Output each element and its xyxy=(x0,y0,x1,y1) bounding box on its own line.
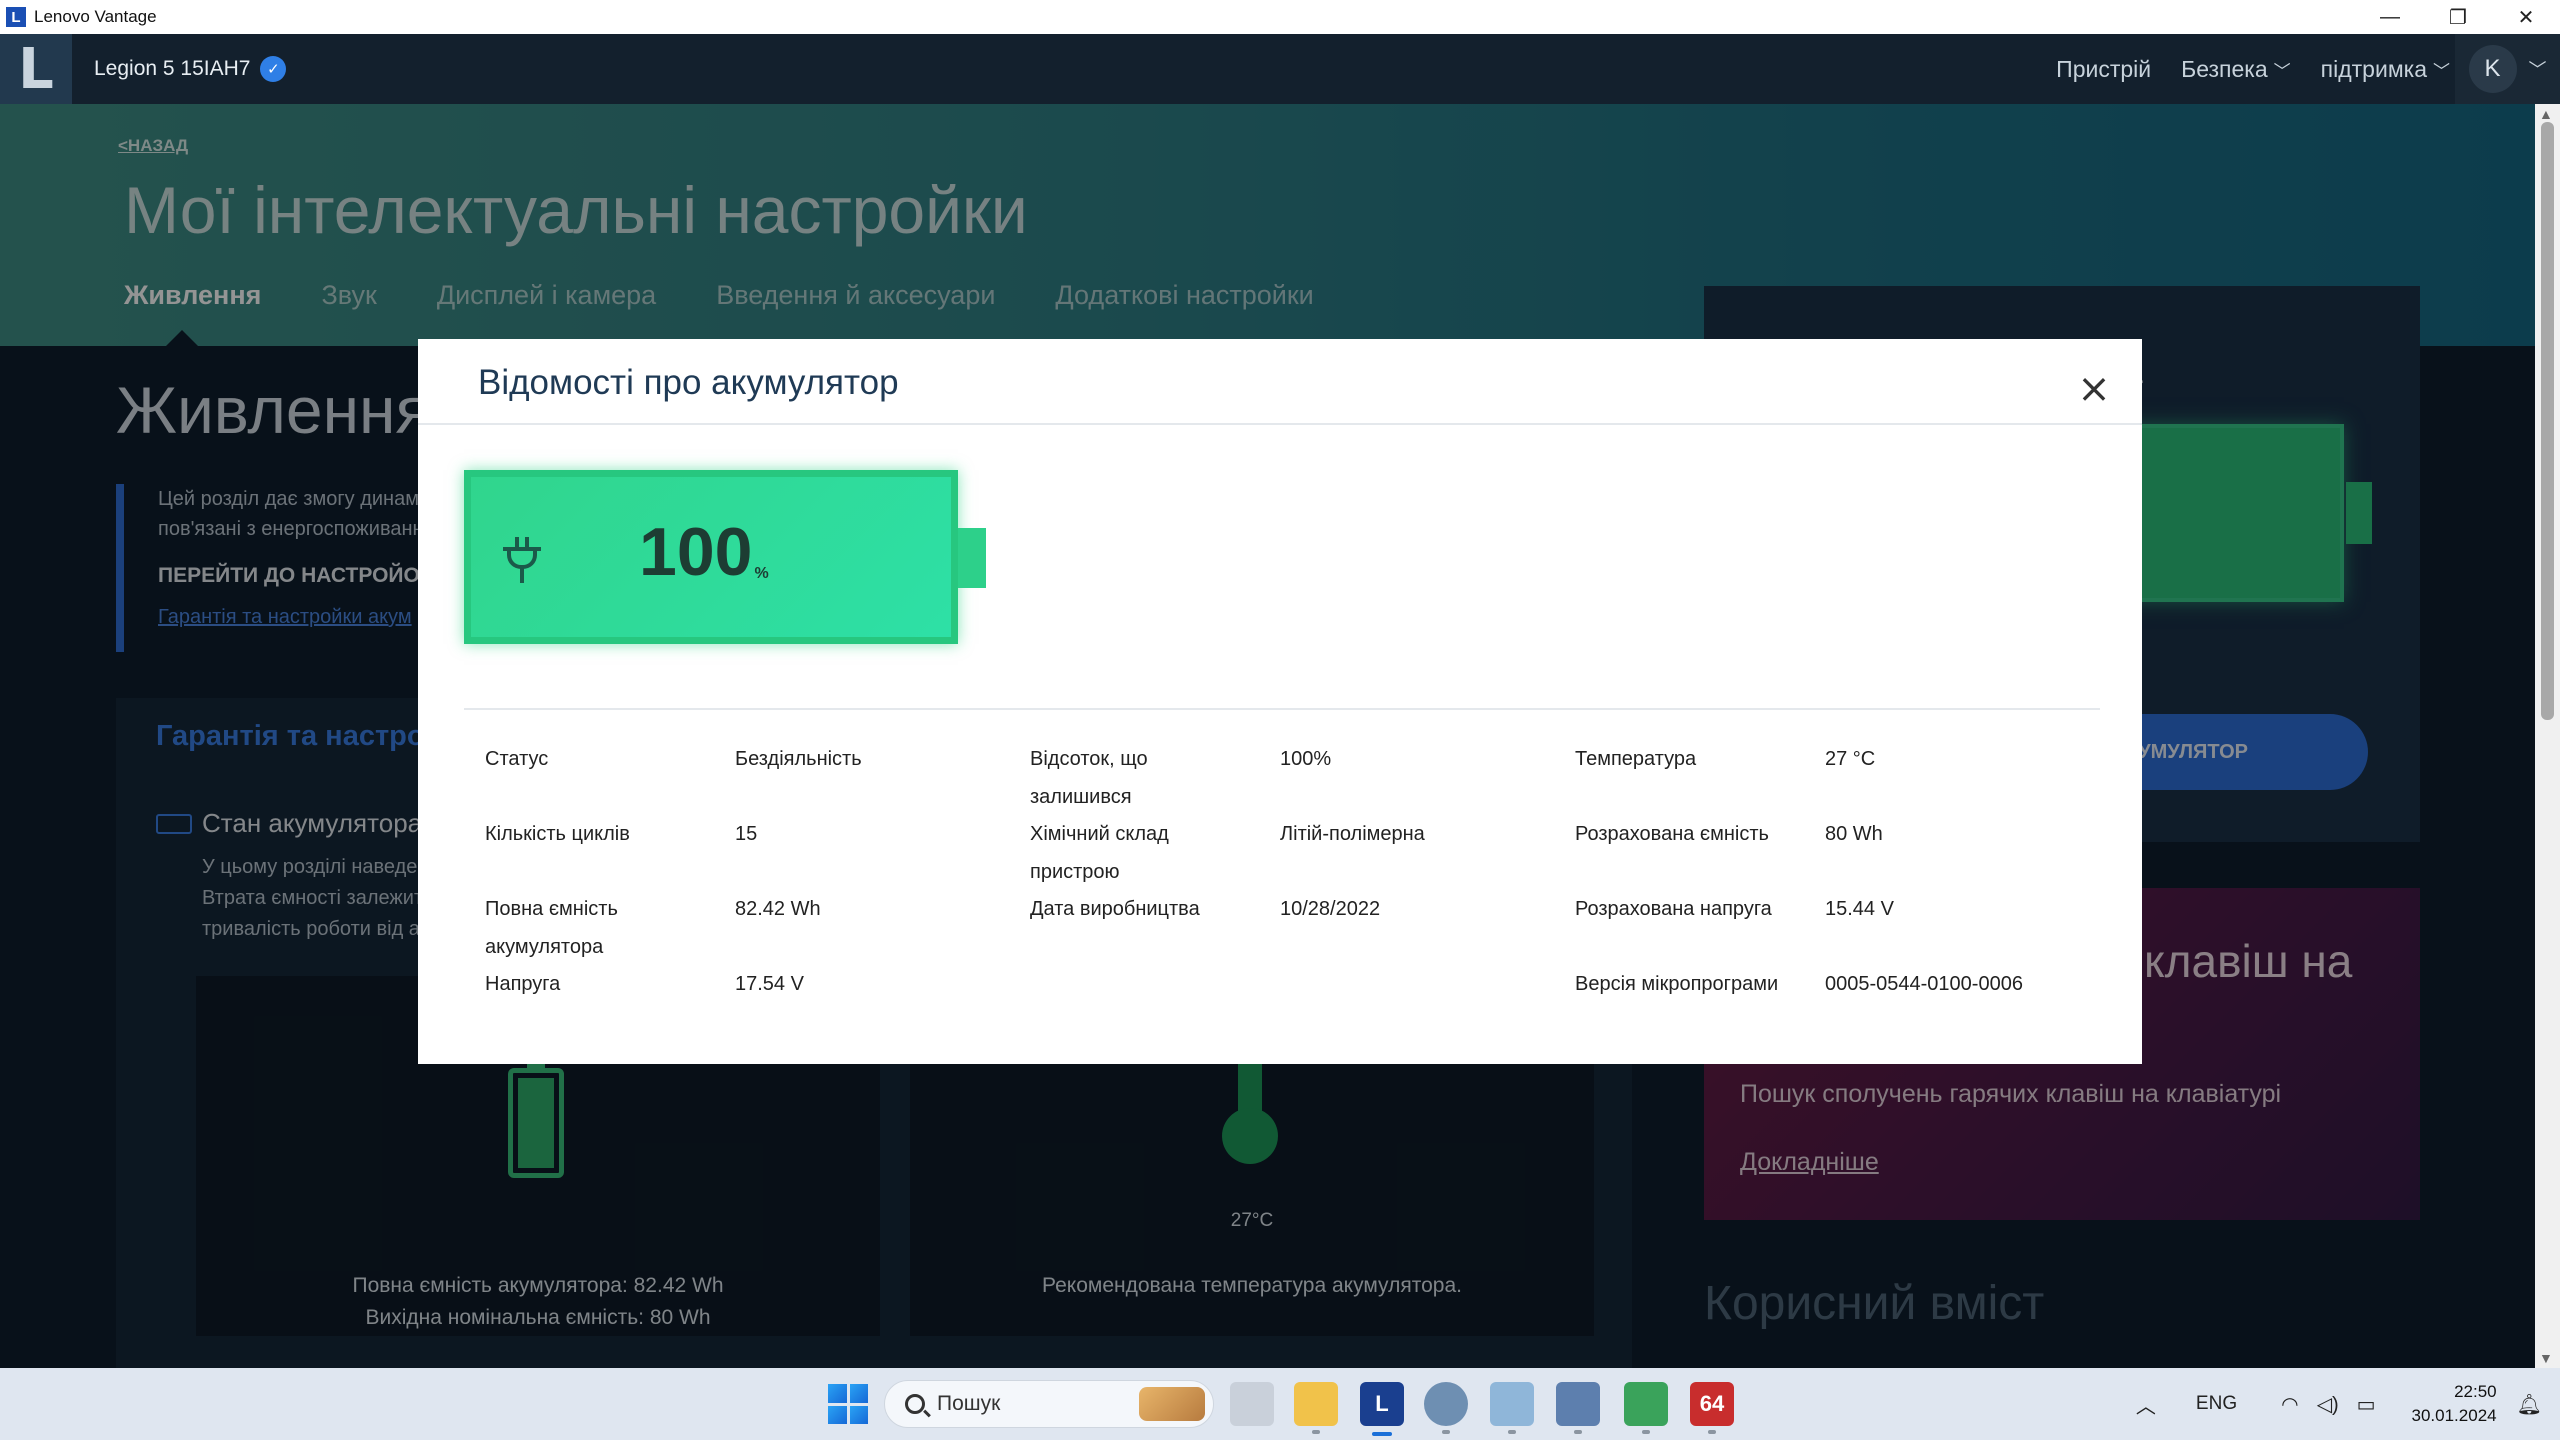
window-title: Lenovo Vantage xyxy=(34,7,157,26)
nav-device[interactable]: Пристрій xyxy=(2056,56,2151,83)
search-icon xyxy=(905,1394,925,1414)
temperature-label: Температура xyxy=(1575,748,1697,770)
user-menu[interactable]: K ﹀ xyxy=(2455,34,2560,104)
firmware-version-value: 0005-0544-0100-0006 xyxy=(1825,973,2023,995)
running-indicator xyxy=(1574,1430,1582,1434)
wifi-icon[interactable]: ◠ xyxy=(2281,1392,2298,1417)
lenovo-logo[interactable]: L xyxy=(0,34,72,104)
status-value: Бездіяльність xyxy=(735,748,862,770)
voltage-label: Напруга xyxy=(485,973,561,995)
task-view-icon[interactable] xyxy=(1230,1382,1274,1426)
maximize-button[interactable]: ❐ xyxy=(2424,0,2492,34)
verified-check-icon: ✓ xyxy=(260,56,287,82)
device-name[interactable]: Legion 5 15IAH7 xyxy=(94,57,250,81)
chevron-down-icon: ﹀ xyxy=(2433,61,2450,81)
nav-security[interactable]: Безпека ﹀ xyxy=(2181,56,2291,83)
battery-percent: 100% xyxy=(639,514,769,590)
volume-icon[interactable]: ◁) xyxy=(2317,1392,2339,1417)
remaining-percent-value: 100% xyxy=(1280,748,1332,770)
firmware-version-label: Версія мікропрограми xyxy=(1575,973,1779,995)
running-indicator xyxy=(1442,1430,1450,1434)
design-capacity-value: 80 Wh xyxy=(1825,823,1883,845)
taskbar-search[interactable]: Пошук xyxy=(884,1380,1214,1428)
chevron-down-icon: ﹀ xyxy=(2273,61,2291,81)
manufacture-date-label: Дата виробництва xyxy=(1030,898,1200,920)
cycle-count-label: Кількість циклів xyxy=(485,823,630,845)
green-app-icon[interactable] xyxy=(1624,1382,1668,1426)
battery-info-dialog: Відомості про акумулятор × 100% Статус Б… xyxy=(418,339,2142,1064)
running-indicator xyxy=(1708,1430,1716,1434)
temperature-value: 27 °C xyxy=(1825,748,1876,770)
manufacture-date-value: 10/28/2022 xyxy=(1280,898,1381,920)
divider xyxy=(418,423,2142,425)
status-label: Статус xyxy=(485,748,549,770)
dialog-title: Відомості про акумулятор xyxy=(478,363,899,402)
full-capacity-value: 82.42 Wh xyxy=(735,898,821,920)
notification-bell-icon[interactable]: 🔔︎ xyxy=(2517,1392,2542,1417)
chevron-up-icon[interactable]: ︿ xyxy=(2136,1390,2156,1419)
divider xyxy=(464,708,2100,710)
page-scrollbar[interactable]: ▲ ▼ xyxy=(2535,104,2560,1368)
language-indicator[interactable]: ENG xyxy=(2196,1393,2237,1415)
window-titlebar: L Lenovo Vantage — ❐ ✕ xyxy=(0,0,2560,34)
chevron-down-icon: ﹀ xyxy=(2528,60,2547,80)
file-explorer-icon[interactable] xyxy=(1294,1382,1338,1426)
full-capacity-label: Повна ємність акумулятора xyxy=(485,898,618,958)
clock[interactable]: 22:50 30.01.2024 xyxy=(2412,1380,2497,1428)
taskbar: Пошук L 64 ︿ ENG ◠ ◁) ▭ 22:50 30.01.2024… xyxy=(0,1368,2560,1440)
search-placeholder: Пошук xyxy=(937,1392,1001,1415)
nav-support[interactable]: підтримка ﹀ xyxy=(2321,56,2450,83)
battery-level-graphic: 100% xyxy=(464,470,958,644)
running-indicator xyxy=(1508,1430,1516,1434)
remaining-percent-label: Відсоток, що залишився xyxy=(1030,748,1148,808)
voltage-value: 17.54 V xyxy=(735,973,804,995)
minimize-button[interactable]: — xyxy=(2356,0,2424,34)
scroll-thumb[interactable] xyxy=(2541,122,2554,720)
scroll-up-icon[interactable]: ▲ xyxy=(2539,106,2553,122)
date: 30.01.2024 xyxy=(2411,1406,2497,1425)
network-app-icon[interactable] xyxy=(1556,1382,1600,1426)
design-voltage-value: 15.44 V xyxy=(1825,898,1894,920)
design-capacity-label: Розрахована ємність xyxy=(1575,823,1769,845)
settings-gear-icon[interactable] xyxy=(1424,1382,1468,1426)
cycle-count-value: 15 xyxy=(735,823,758,845)
chemistry-value: Літій-полімерна xyxy=(1280,823,1425,845)
running-indicator xyxy=(1642,1430,1650,1434)
app-header: L Legion 5 15IAH7 ✓ Пристрій Безпека ﹀ пі… xyxy=(0,34,2560,104)
battery-tip xyxy=(958,528,986,588)
aida64-icon[interactable]: 64 xyxy=(1690,1382,1734,1426)
close-window-button[interactable]: ✕ xyxy=(2492,0,2560,34)
system-tray: ︿ ENG ◠ ◁) ▭ 22:50 30.01.2024 🔔︎ xyxy=(2136,1368,2560,1440)
avatar: K xyxy=(2468,45,2517,93)
design-voltage-label: Розрахована напруга xyxy=(1575,898,1772,920)
battery-charging-icon[interactable]: ▭ xyxy=(2357,1392,2376,1417)
time: 22:50 xyxy=(2454,1382,2497,1401)
chemistry-label: Хімічний склад пристрою xyxy=(1030,823,1169,883)
app-icon: L xyxy=(6,7,26,27)
top-nav: Пристрій Безпека ﹀ підтримка ﹀ xyxy=(2056,34,2450,104)
running-indicator xyxy=(1312,1430,1320,1434)
lenovo-vantage-taskbar-icon[interactable]: L xyxy=(1360,1382,1404,1436)
search-highlight-icon xyxy=(1139,1387,1205,1421)
windows-start-icon[interactable] xyxy=(828,1384,868,1424)
scroll-down-icon[interactable]: ▼ xyxy=(2539,1350,2553,1366)
close-icon[interactable]: × xyxy=(2074,369,2114,409)
plug-icon xyxy=(503,533,543,587)
resource-monitor-icon[interactable] xyxy=(1490,1382,1534,1426)
